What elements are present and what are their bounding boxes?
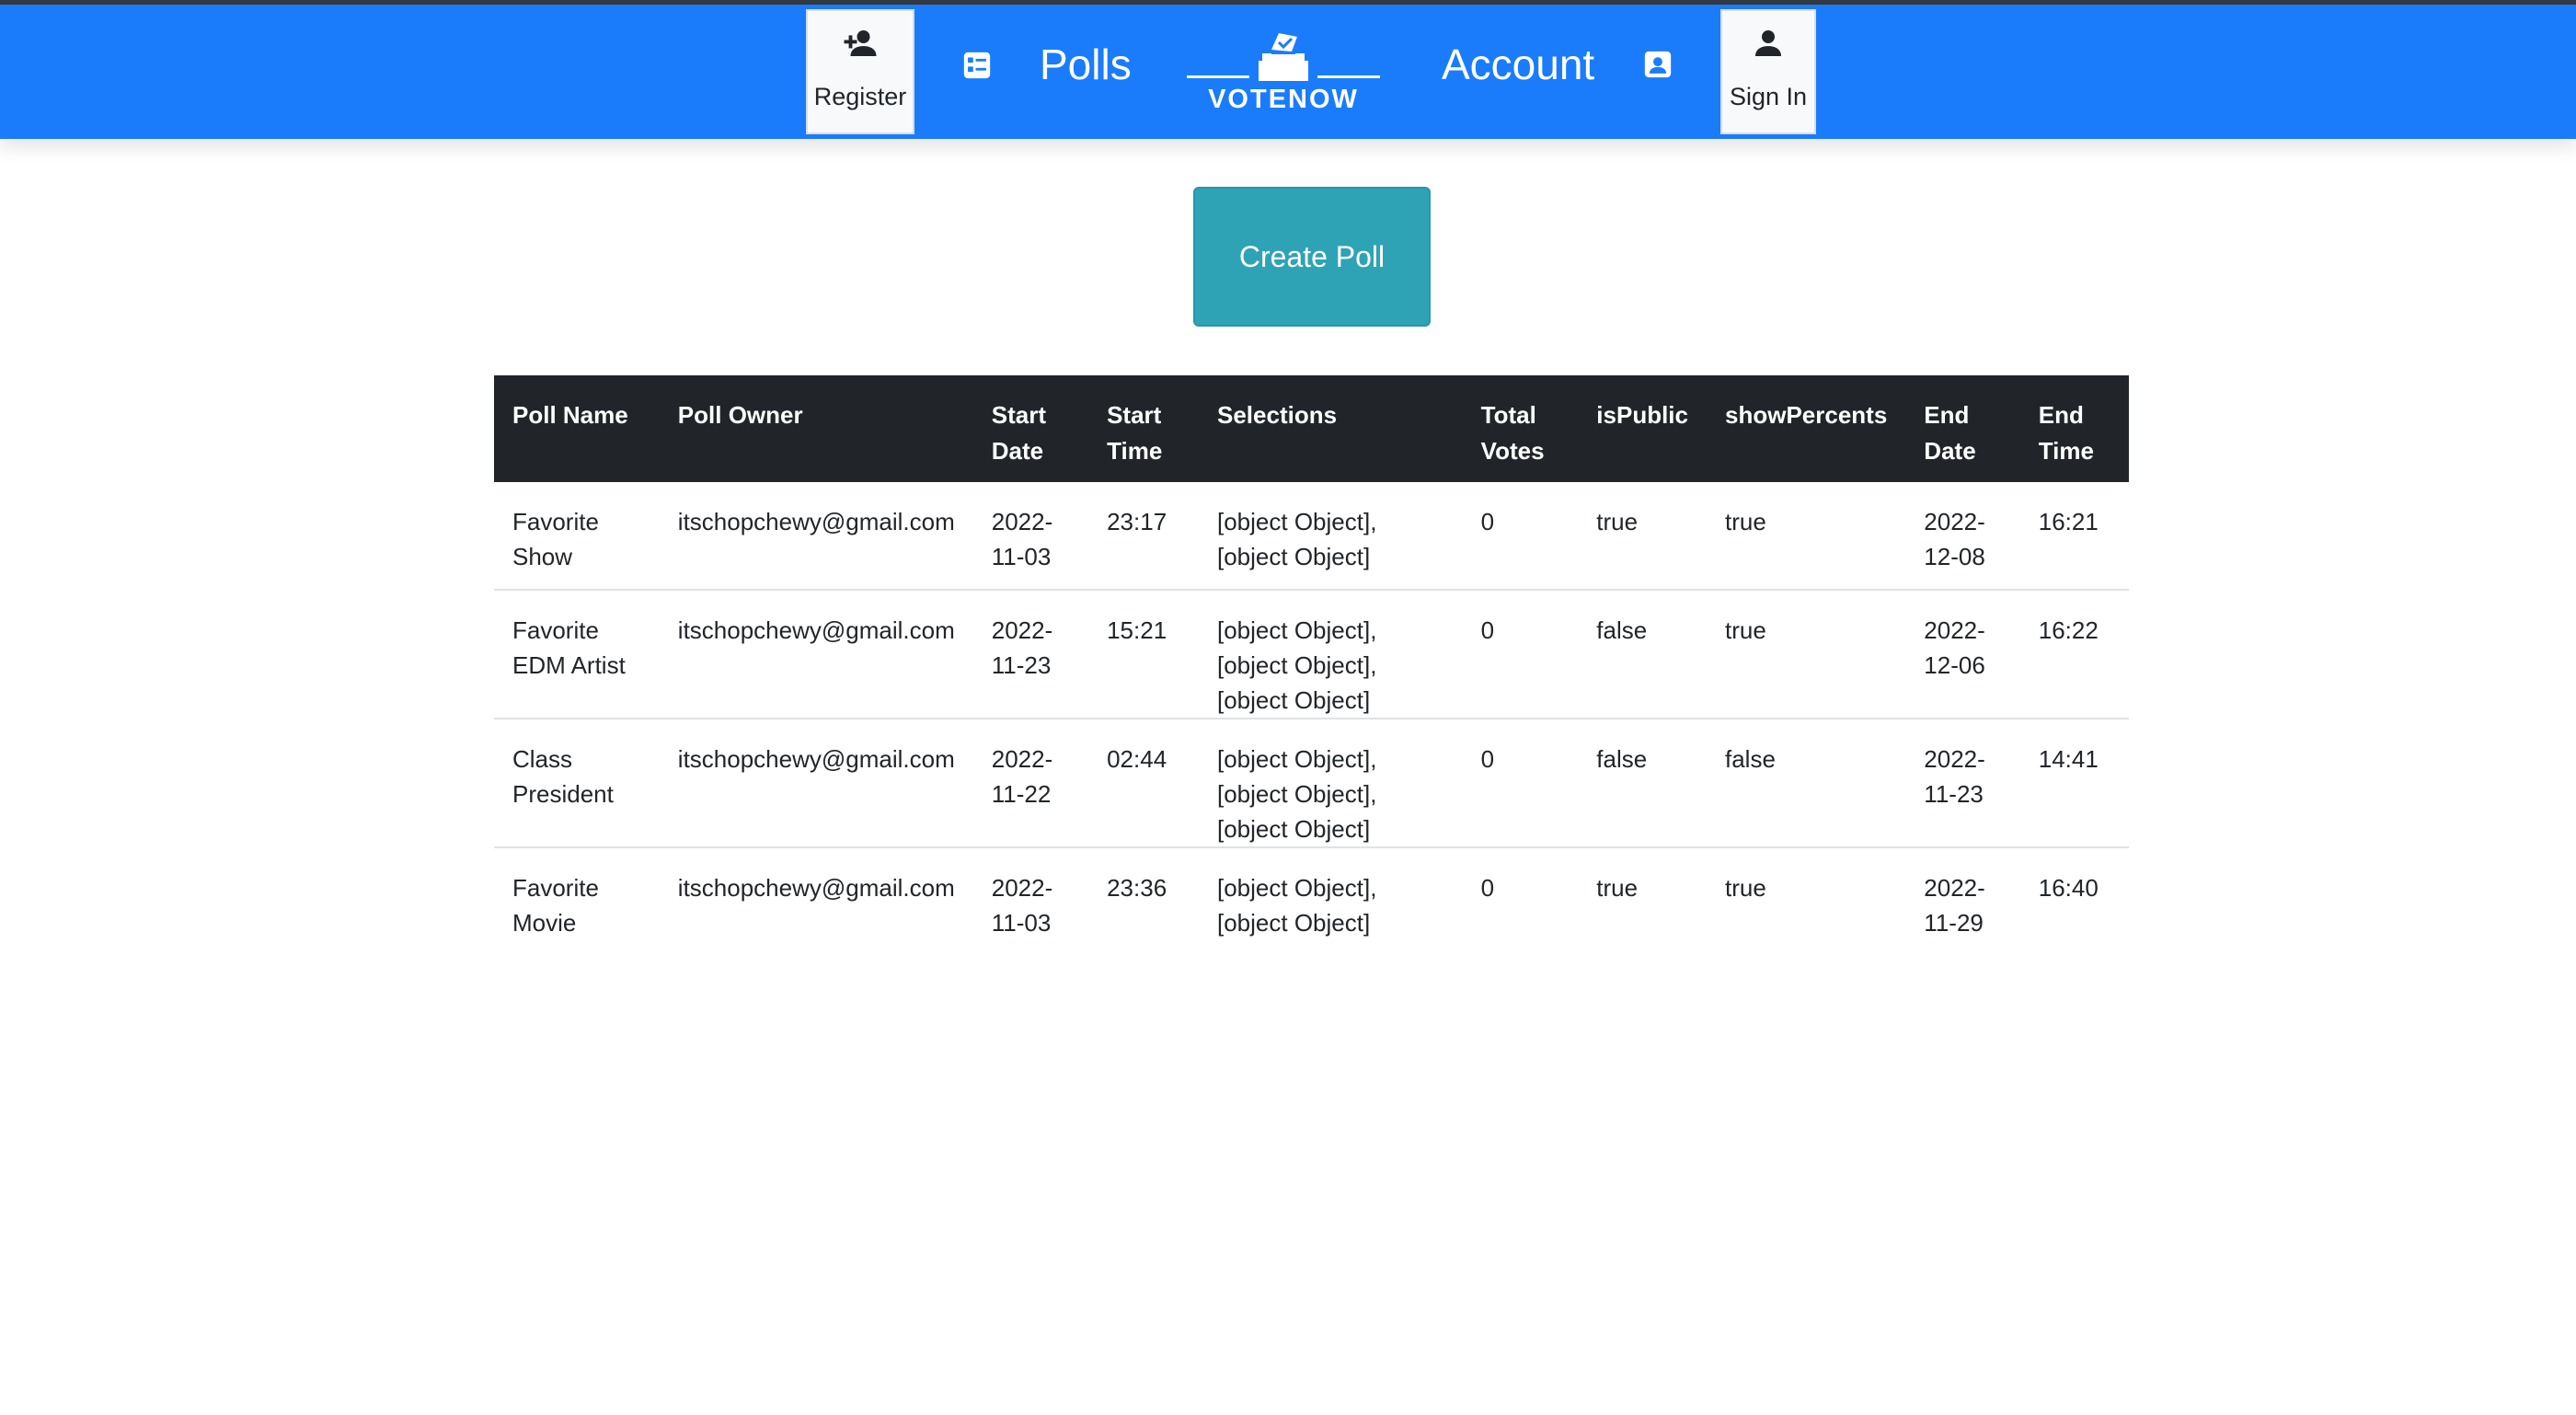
person-icon — [1755, 30, 1781, 56]
brand-logo[interactable]: VOTENOW — [1187, 28, 1380, 120]
column-header: Total Votes — [1480, 401, 1545, 465]
selections-cell: [object Object],[object Object] — [1199, 482, 1463, 591]
total-votes-cell: 0 — [1462, 482, 1579, 591]
contact-card-icon[interactable] — [1642, 49, 1673, 80]
selections-cell: [object Object],[object Object],[object … — [1199, 590, 1463, 719]
start-time-cell: 15:21 — [1088, 590, 1199, 719]
end-date-cell: 2022-12-06 — [1905, 590, 2020, 719]
end-date-cell: 2022-11-29 — [1924, 874, 1985, 937]
total-votes-cell: 0 — [1462, 590, 1579, 719]
column-header: Selections — [1217, 401, 1338, 429]
end-time-cell: 16:22 — [2019, 590, 2129, 719]
table-row: Class President itschopchewy@gmail.com 2… — [494, 719, 2129, 848]
register-button[interactable]: Register — [806, 9, 914, 134]
start-date-cell: 2022-11-03 — [972, 482, 1089, 591]
table-row: Favorite Show itschopchewy@gmail.com 202… — [494, 482, 2129, 591]
end-time-cell: 16:40 — [2038, 874, 2099, 902]
poll-owner-cell: itschopchewy@gmail.com — [659, 719, 973, 848]
end-time-cell: 14:41 — [2019, 719, 2129, 848]
poll-owner-cell: itschopchewy@gmail.com — [659, 590, 973, 719]
column-header: Poll Name — [512, 401, 628, 429]
show-percents-cell: true — [1707, 482, 1906, 591]
table-header-row: Poll Name Poll Owner Start Date Start Ti… — [494, 375, 2129, 482]
person-add-icon — [844, 30, 877, 56]
selections-cell: [object Object],[object Object],[object … — [1199, 719, 1463, 848]
show-percents-cell: false — [1707, 719, 1906, 848]
create-poll-button[interactable]: Create Poll — [1193, 187, 1431, 327]
end-time-cell: 16:21 — [2019, 482, 2129, 591]
show-percents-cell: true — [1725, 874, 1766, 902]
total-votes-cell: 0 — [1462, 719, 1579, 848]
register-label: Register — [813, 83, 907, 110]
column-header: isPublic — [1596, 401, 1688, 429]
navbar: Register Polls VOTENOW Account Sign In — [0, 5, 2576, 139]
start-date-cell: 2022-11-03 — [991, 874, 1053, 937]
column-header: Start Time — [1107, 401, 1163, 465]
list-icon[interactable] — [961, 50, 993, 81]
poll-name-cell: Class President — [494, 719, 660, 848]
end-date-cell: 2022-12-08 — [1905, 482, 2020, 591]
is-public-cell: true — [1596, 874, 1639, 902]
column-header: End Time — [2038, 401, 2094, 465]
poll-name-cell: Favorite Movie — [512, 874, 599, 937]
ballot-box-icon — [1187, 33, 1380, 81]
is-public-cell: false — [1578, 590, 1707, 719]
table-row: Favorite EDM Artist itschopchewy@gmail.c… — [494, 590, 2129, 719]
start-time-cell: 02:44 — [1088, 719, 1199, 848]
polls-table: Poll Name Poll Owner Start Date Start Ti… — [494, 375, 2129, 955]
brand-name: VOTENOW — [1208, 85, 1359, 114]
selections-cell: [object Object],[object Object] — [1217, 874, 1377, 937]
total-votes-cell: 0 — [1480, 874, 1495, 902]
nav-link-account[interactable]: Account — [1442, 32, 1594, 97]
is-public-cell: false — [1578, 719, 1707, 848]
sign-in-label: Sign In — [1729, 83, 1808, 110]
sign-in-button[interactable]: Sign In — [1720, 9, 1816, 134]
poll-name-cell: Favorite Show — [494, 482, 660, 591]
show-percents-cell: true — [1707, 590, 1906, 719]
start-date-cell: 2022-11-23 — [972, 590, 1089, 719]
poll-owner-cell: itschopchewy@gmail.com — [677, 874, 955, 902]
start-time-cell: 23:36 — [1107, 874, 1167, 902]
column-header: Poll Owner — [677, 401, 803, 429]
table-row: Favorite Movie itschopchewy@gmail.com 20… — [494, 847, 2129, 955]
poll-name-cell: Favorite EDM Artist — [494, 590, 660, 719]
poll-owner-cell: itschopchewy@gmail.com — [659, 482, 973, 591]
nav-link-polls[interactable]: Polls — [1040, 32, 1132, 97]
end-date-cell: 2022-11-23 — [1905, 719, 2020, 848]
start-time-cell: 23:17 — [1088, 482, 1199, 591]
column-header: Start Date — [991, 401, 1046, 465]
is-public-cell: true — [1578, 482, 1707, 591]
column-header: End Date — [1924, 401, 1976, 465]
start-date-cell: 2022-11-22 — [972, 719, 1089, 848]
column-header: showPercents — [1725, 401, 1888, 429]
